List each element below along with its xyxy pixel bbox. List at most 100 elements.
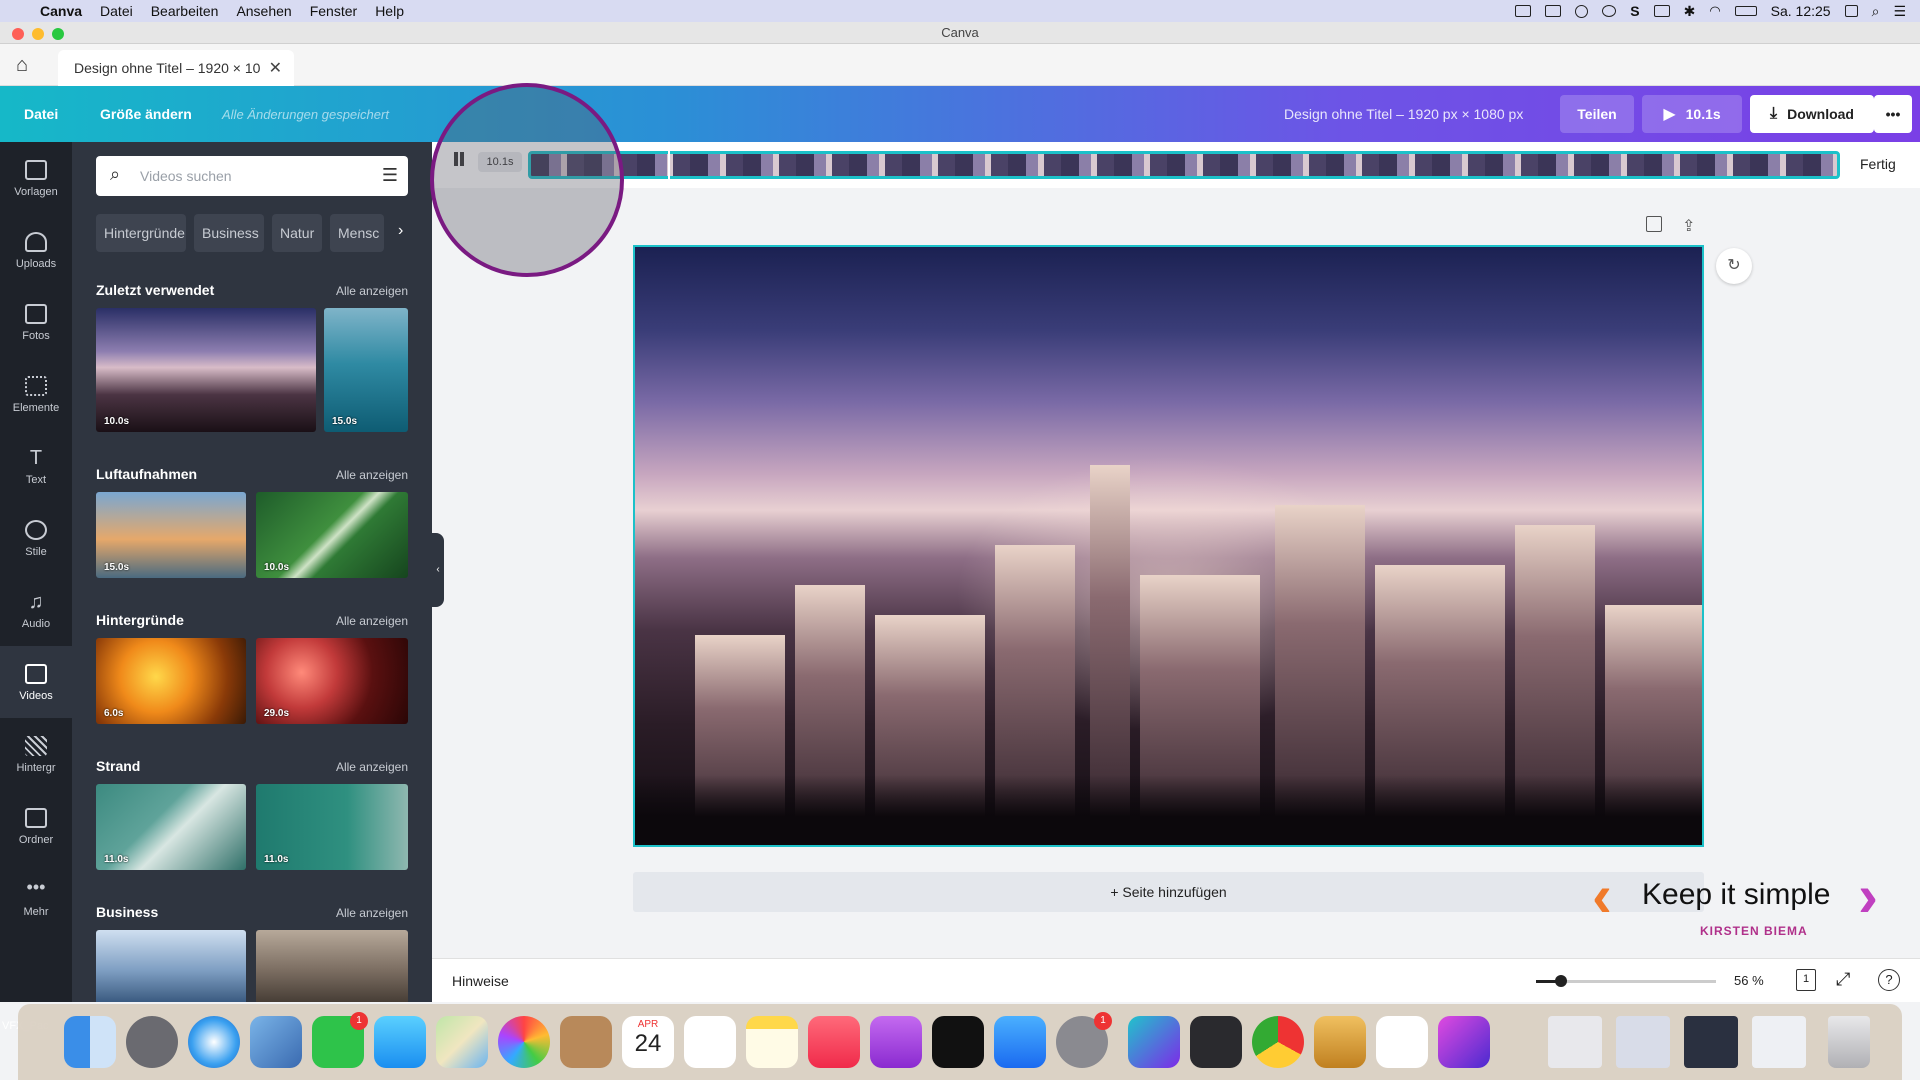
mail-icon[interactable] xyxy=(250,1016,302,1068)
collapse-panel-button[interactable]: ‹ xyxy=(432,533,444,607)
add-page-button[interactable]: + Seite hinzufügen xyxy=(633,872,1704,912)
app-store-icon[interactable] xyxy=(994,1016,1046,1068)
motion-app-icon[interactable] xyxy=(1438,1016,1490,1068)
recent-window-thumbnail[interactable] xyxy=(1684,1016,1738,1068)
user-icon[interactable] xyxy=(1844,5,1858,17)
maximize-window-icon[interactable] xyxy=(52,28,64,40)
see-all-link[interactable]: Alle anzeigen xyxy=(336,284,408,298)
recent-window-thumbnail[interactable] xyxy=(1752,1016,1806,1068)
rail-item-uploads[interactable]: Uploads xyxy=(0,214,72,286)
see-all-link[interactable]: Alle anzeigen xyxy=(336,906,408,920)
resize-button[interactable]: Größe ändern xyxy=(100,95,192,133)
menu-app-name[interactable]: Canva xyxy=(40,3,82,19)
fullscreen-icon[interactable]: ⤢ xyxy=(1836,969,1850,990)
video-thumbnail[interactable]: 10.0s xyxy=(96,308,316,432)
creative-cloud-icon[interactable] xyxy=(1602,5,1617,17)
video-thumbnail[interactable]: 10.0s xyxy=(256,492,408,578)
zoom-slider-knob[interactable] xyxy=(1555,975,1567,987)
keyboard-icon[interactable] xyxy=(1545,5,1562,17)
rail-item-mehr[interactable]: ••• Mehr xyxy=(0,862,72,934)
duplicate-page-icon[interactable] xyxy=(1646,216,1662,232)
video-thumbnail[interactable]: 15.0s xyxy=(96,492,246,578)
video-thumbnail[interactable]: 11.0s xyxy=(256,784,408,870)
chrome-icon[interactable] xyxy=(1252,1016,1304,1068)
rail-item-videos[interactable]: Videos xyxy=(0,646,72,718)
chip-business[interactable]: Business xyxy=(194,214,264,252)
music-app-icon[interactable] xyxy=(808,1016,860,1068)
menu-bearbeiten[interactable]: Bearbeiten xyxy=(151,3,219,19)
menu-fenster[interactable]: Fenster xyxy=(310,3,357,19)
maps-icon[interactable] xyxy=(436,1016,488,1068)
done-button[interactable]: Fertig xyxy=(1860,156,1896,172)
recent-window-thumbnail[interactable] xyxy=(1616,1016,1670,1068)
notes-button[interactable]: Hinweise xyxy=(452,973,509,989)
rail-item-text[interactable]: T Text xyxy=(0,430,72,502)
notes-app-icon[interactable] xyxy=(746,1016,798,1068)
present-button[interactable]: ▶ 10.1s xyxy=(1642,95,1742,133)
video-thumbnail[interactable]: 15.0s xyxy=(324,308,408,432)
system-preferences-icon[interactable]: 1 xyxy=(1056,1012,1112,1068)
see-all-link[interactable]: Alle anzeigen xyxy=(336,614,408,628)
download-button[interactable]: ⤓ Download xyxy=(1750,95,1874,133)
launchpad-icon[interactable] xyxy=(126,1016,178,1068)
add-page-icon[interactable]: ⇪ xyxy=(1682,216,1695,236)
video-thumbnail[interactable]: 11.0s xyxy=(96,784,246,870)
rail-item-vorlagen[interactable]: Vorlagen xyxy=(0,142,72,214)
design-title[interactable]: Design ohne Titel – 1920 px × 1080 px xyxy=(1284,106,1523,122)
playhead[interactable] xyxy=(668,150,670,180)
calendar-icon[interactable]: APR 24 xyxy=(622,1016,674,1068)
search-input[interactable]: ⌕ Videos suchen ☰ xyxy=(96,156,408,196)
capcut-icon[interactable] xyxy=(1190,1016,1242,1068)
clock[interactable]: Sa. 12:25 xyxy=(1771,3,1831,19)
video-thumbnail[interactable] xyxy=(96,930,246,1002)
bluetooth-icon[interactable]: ✱ xyxy=(1684,3,1696,20)
skype-icon[interactable]: S xyxy=(1630,3,1639,19)
rail-item-stile[interactable]: Stile xyxy=(0,502,72,574)
page-count-icon[interactable]: 1 xyxy=(1796,969,1816,991)
home-icon[interactable]: ⌂ xyxy=(16,54,28,77)
rail-item-fotos[interactable]: Fotos xyxy=(0,286,72,358)
help-icon[interactable]: ? xyxy=(1878,969,1900,991)
video-thumbnail[interactable] xyxy=(256,930,408,1002)
jar-app-icon[interactable] xyxy=(1314,1016,1366,1068)
safari-icon[interactable] xyxy=(188,1016,240,1068)
see-all-link[interactable]: Alle anzeigen xyxy=(336,760,408,774)
filter-icon[interactable]: ☰ xyxy=(382,165,398,186)
rail-item-ordner[interactable]: Ordner xyxy=(0,790,72,862)
chip-hintergruende[interactable]: Hintergründe xyxy=(96,214,186,252)
podcasts-icon[interactable] xyxy=(870,1016,922,1068)
rail-item-elemente[interactable]: Elemente xyxy=(0,358,72,430)
globe-icon[interactable] xyxy=(1575,4,1589,18)
control-center-icon[interactable]: ☰ xyxy=(1893,3,1906,20)
recent-window-thumbnail[interactable] xyxy=(1548,1016,1602,1068)
spotlight-icon[interactable]: ⌕ xyxy=(1872,3,1880,20)
rail-item-hintergrund[interactable]: Hintergr xyxy=(0,718,72,790)
close-tab-icon[interactable]: ✕ xyxy=(269,58,282,78)
photos-icon[interactable] xyxy=(498,1016,550,1068)
video-thumbnail[interactable]: 6.0s xyxy=(96,638,246,724)
rail-item-audio[interactable]: ♫ Audio xyxy=(0,574,72,646)
menu-datei[interactable]: Datei xyxy=(100,3,133,19)
see-all-link[interactable]: Alle anzeigen xyxy=(336,468,408,482)
creative-cloud-app-icon[interactable] xyxy=(1376,1016,1428,1068)
tab-design[interactable]: Design ohne Titel – 1920 × 10 ✕ xyxy=(58,50,294,86)
menu-help[interactable]: Help xyxy=(375,3,404,19)
wifi-icon[interactable]: ◠ xyxy=(1709,3,1720,19)
more-options-button[interactable]: ••• xyxy=(1874,95,1912,133)
video-thumbnail[interactable]: 29.0s xyxy=(256,638,408,724)
menu-ansehen[interactable]: Ansehen xyxy=(236,3,291,19)
contacts-icon[interactable] xyxy=(560,1016,612,1068)
reminders-icon[interactable] xyxy=(684,1016,736,1068)
zoom-level[interactable]: 56 % xyxy=(1734,973,1764,988)
airplay-icon[interactable] xyxy=(1653,5,1670,17)
canvas-page[interactable] xyxy=(633,245,1704,847)
messages-icon[interactable] xyxy=(374,1016,426,1068)
timeline-track[interactable] xyxy=(528,151,1840,179)
battery-icon[interactable] xyxy=(1734,6,1757,16)
finder-icon[interactable] xyxy=(64,1016,116,1068)
facetime-icon[interactable]: 1 xyxy=(312,1012,368,1068)
trash-icon[interactable] xyxy=(1828,1016,1870,1068)
close-window-icon[interactable] xyxy=(12,28,24,40)
datei-button[interactable]: Datei xyxy=(24,95,58,133)
chip-natur[interactable]: Natur xyxy=(272,214,322,252)
